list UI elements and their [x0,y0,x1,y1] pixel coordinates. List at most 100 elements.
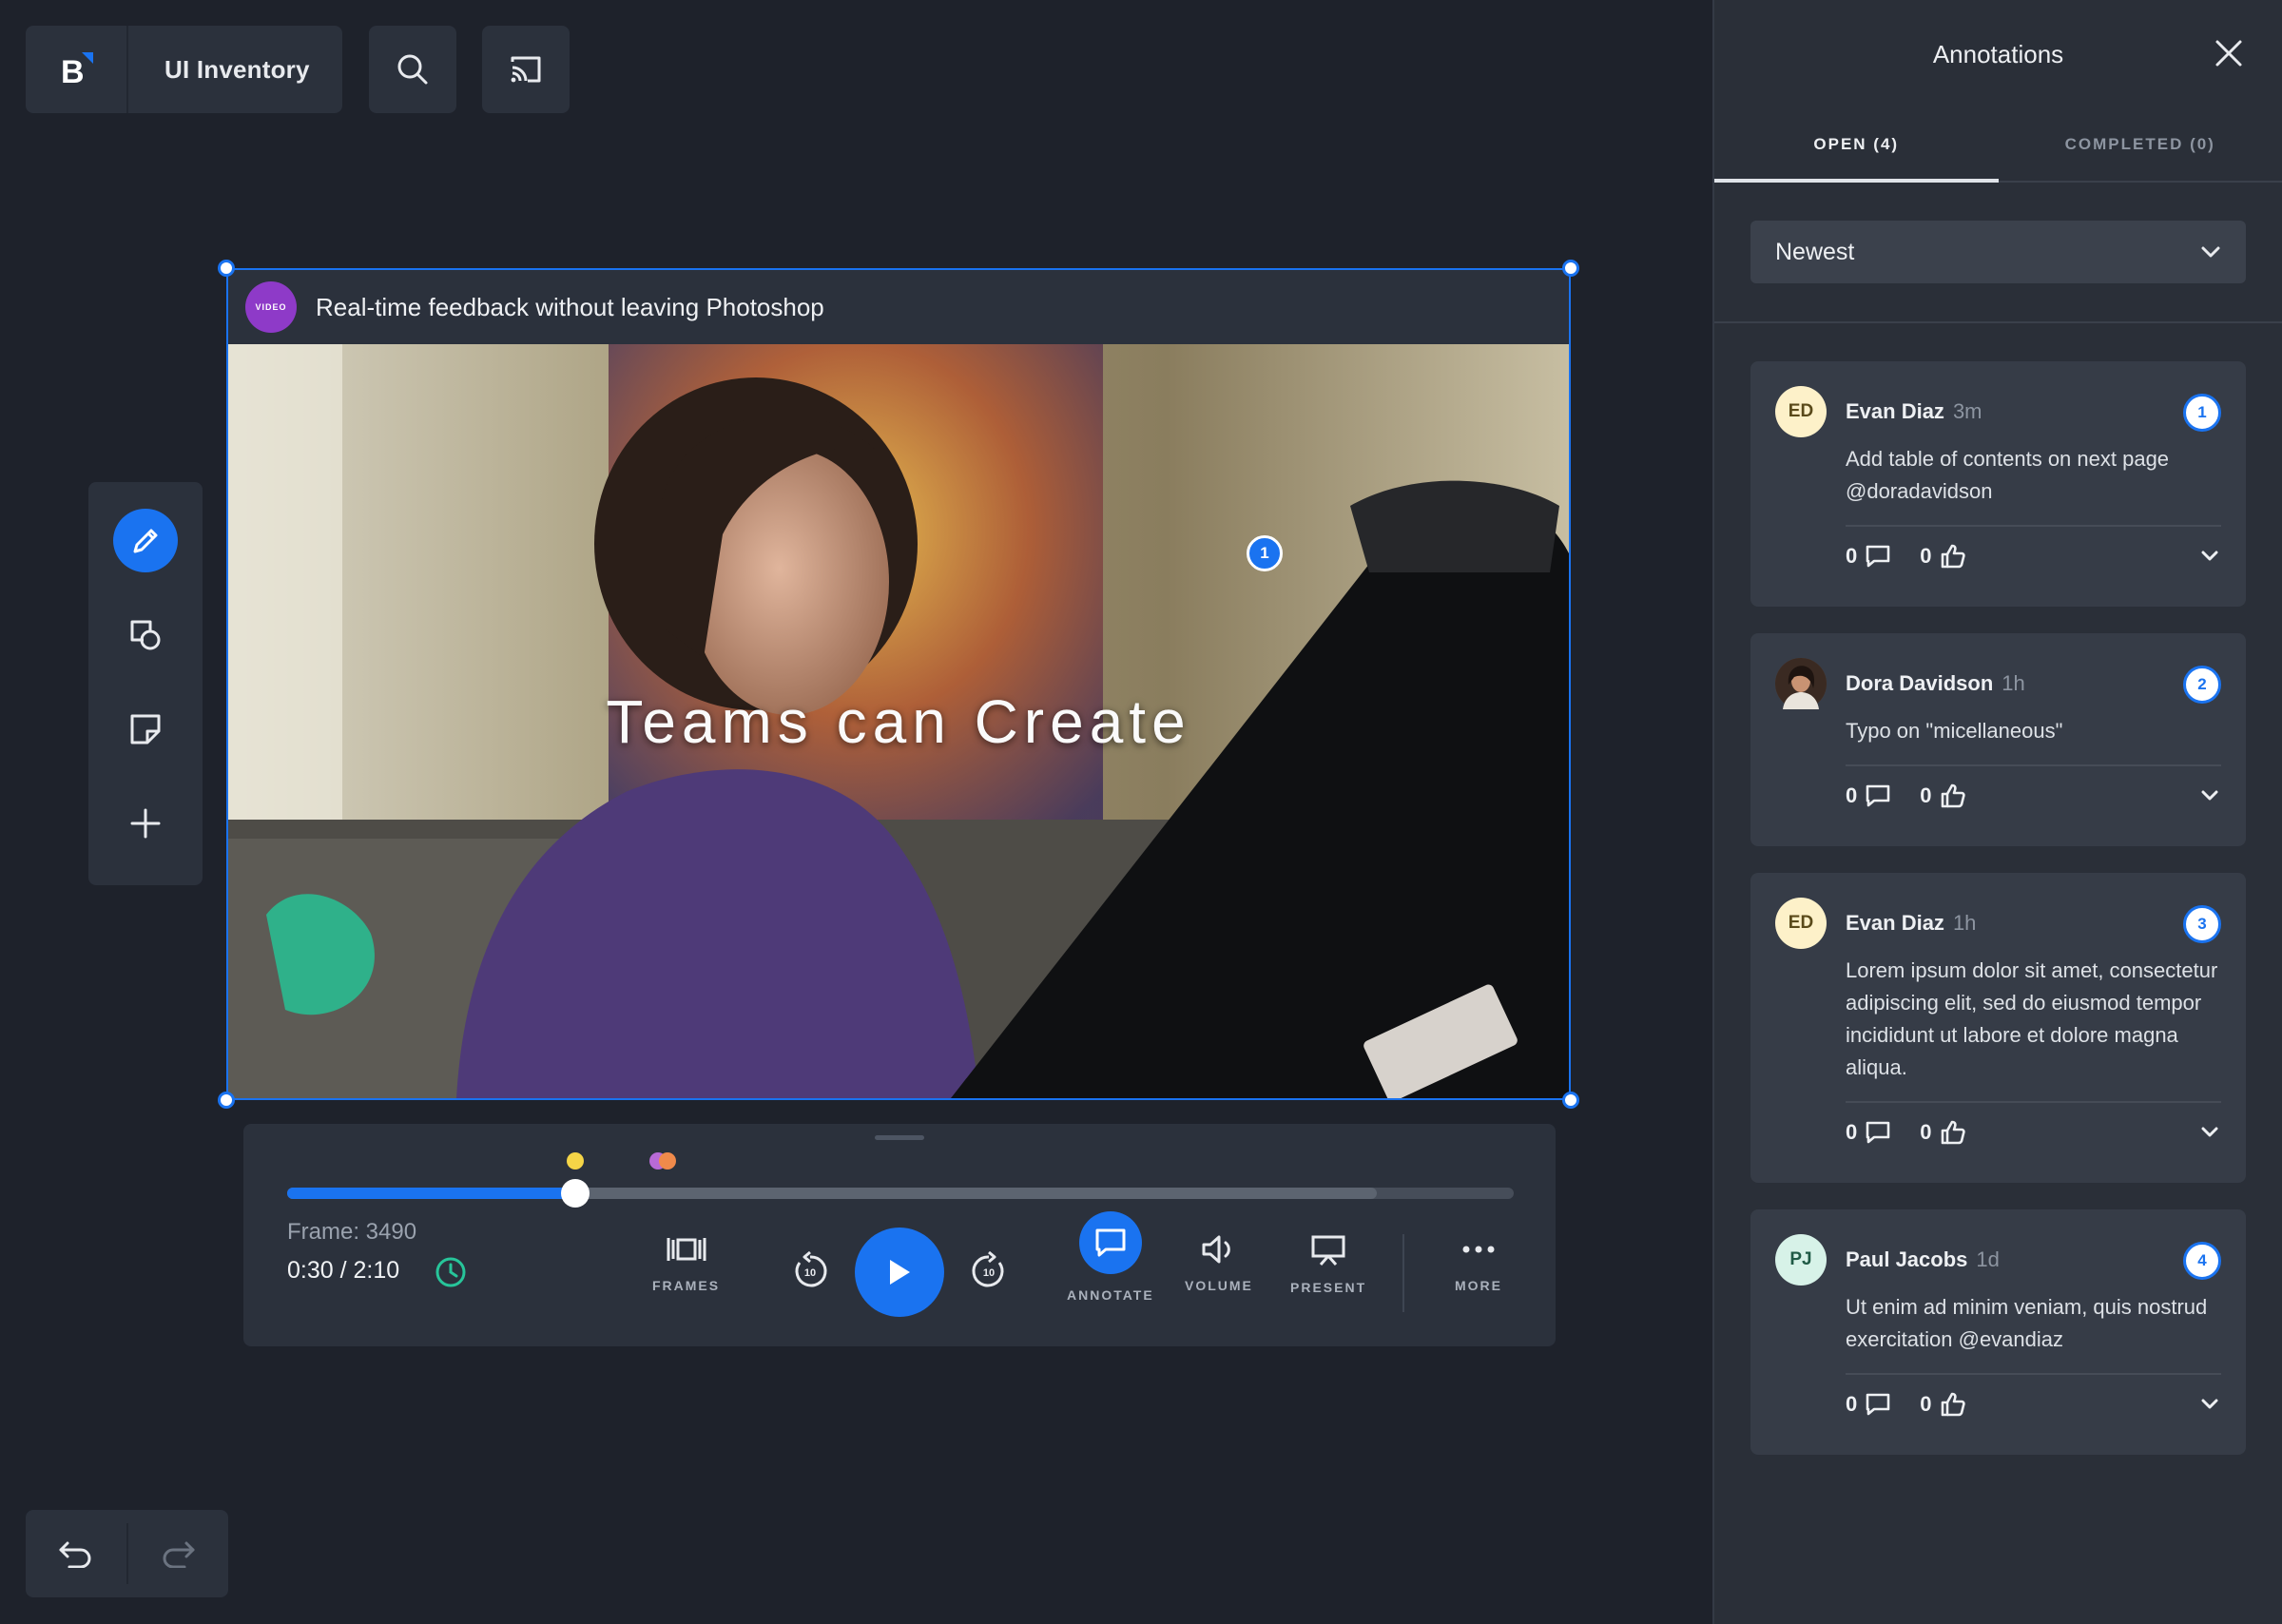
comment-card[interactable]: PJ Paul Jacobs 1d 4 Ut enim ad minim ven… [1750,1209,2246,1455]
redo-button[interactable] [128,1510,229,1597]
annotation-marker[interactable] [658,1152,676,1170]
svg-text:B: B [61,54,85,88]
pen-tool-button[interactable] [113,509,178,572]
reply-button[interactable]: 0 [1846,1392,1891,1417]
comment-number-badge[interactable]: 4 [2183,1242,2221,1280]
chevron-down-icon [2201,1127,2218,1137]
comment-number-badge[interactable]: 2 [2183,666,2221,704]
drawing-toolbar [88,482,203,885]
avatar[interactable] [1775,658,1827,709]
comment-icon [1095,1228,1126,1257]
comment-number-badge[interactable]: 1 [2183,394,2221,432]
timecode-toggle[interactable] [434,1255,468,1289]
comment-header: PJ Paul Jacobs 1d [1775,1234,2221,1286]
user-photo-icon [1775,658,1827,709]
like-button[interactable]: 0 [1920,1119,1965,1146]
avatar[interactable]: ED [1775,386,1827,437]
frames-button[interactable]: FRAMES [652,1234,720,1293]
sticky-note-tool-button[interactable] [113,697,178,761]
sort-dropdown[interactable]: Newest [1750,221,2246,283]
thumbs-up-icon [1941,1392,1965,1417]
chevron-down-icon [2201,551,2218,561]
cast-icon [511,56,541,83]
resize-handle-top-left[interactable] [218,260,235,277]
comment-footer: 0 0 [1846,527,2221,586]
comment-author[interactable]: Evan Diaz [1846,399,1944,424]
forward-10-icon: 10 [972,1251,1004,1287]
sort-section: Newest [1714,183,2282,323]
shapes-icon [130,620,161,649]
comment-number-badge[interactable]: 3 [2183,905,2221,943]
time-display: 0:30 / 2:10 [287,1257,400,1284]
comment-footer: 0 0 [1846,1375,2221,1434]
drag-handle[interactable] [875,1135,924,1140]
expand-comment-button[interactable] [2200,1399,2219,1410]
volume-icon [1202,1235,1230,1264]
controls-divider [1402,1234,1404,1312]
resize-handle-top-right[interactable] [1562,260,1579,277]
expand-comment-button[interactable] [2200,551,2219,562]
sort-value: Newest [1775,238,1855,265]
timeline-track[interactable] [287,1179,1514,1208]
expand-comment-button[interactable] [2200,1127,2219,1138]
reply-count: 0 [1846,544,1858,568]
expand-comment-button[interactable] [2200,790,2219,802]
undo-button[interactable] [26,1510,126,1597]
like-button[interactable]: 0 [1920,543,1965,570]
avatar-initials: ED [1788,913,1814,933]
reply-icon [1866,545,1890,568]
app-logo[interactable]: B [26,26,128,113]
comment-author[interactable]: Paul Jacobs [1846,1247,1967,1272]
resize-handle-bottom-left[interactable] [218,1092,235,1109]
avatar[interactable]: ED [1775,898,1827,949]
reply-count: 0 [1846,783,1858,807]
thumbs-up-icon [1941,1120,1965,1145]
comment-header: ED Evan Diaz 1h [1775,898,2221,949]
annotate-icon-bg [1078,1211,1142,1274]
comment-card[interactable]: ED Evan Diaz 3m 1 Add table of contents … [1750,361,2246,607]
play-button[interactable] [855,1228,944,1317]
tab-completed[interactable]: COMPLETED (0) [1999,108,2282,181]
clock-icon [435,1257,466,1287]
thumbs-up-icon [1941,544,1965,569]
annotate-button[interactable]: ANNOTATE [1067,1211,1154,1303]
tab-open[interactable]: OPEN (4) [1714,108,1999,183]
search-button[interactable] [369,26,456,113]
close-panel-button[interactable] [2214,38,2244,68]
shapes-tool-button[interactable] [113,603,178,667]
svg-text:10: 10 [983,1267,995,1279]
volume-label: VOLUME [1185,1278,1253,1293]
avatar-initials: ED [1788,401,1814,421]
comment-author[interactable]: Dora Davidson [1846,671,1993,696]
thumbs-up-icon [1941,783,1965,808]
more-label: MORE [1455,1278,1502,1293]
app-title-group[interactable]: B UI Inventory [26,26,342,113]
comment-footer: 0 0 [1846,766,2221,825]
comment-author[interactable]: Evan Diaz [1846,911,1944,936]
skip-forward-button[interactable]: 10 [969,1251,1009,1291]
volume-button[interactable]: VOLUME [1185,1234,1253,1293]
reply-button[interactable]: 0 [1846,783,1891,808]
avatar-initials: PJ [1789,1249,1812,1269]
comment-card[interactable]: ED Evan Diaz 1h 3 Lorem ipsum dolor sit … [1750,873,2246,1183]
comment-card[interactable]: Dora Davidson 1h 2 Typo on "micellaneous… [1750,633,2246,846]
avatar[interactable]: PJ [1775,1234,1827,1286]
pencil-icon [133,529,158,552]
annotation-marker[interactable] [567,1152,585,1170]
resize-handle-bottom-right[interactable] [1562,1092,1579,1109]
reply-count: 0 [1846,1120,1858,1144]
like-button[interactable]: 0 [1920,783,1965,809]
timeline-scrubber[interactable] [561,1179,590,1208]
reply-button[interactable]: 0 [1846,1120,1891,1145]
frames-icon [667,1238,706,1261]
comment-text: Add table of contents on next page @dora… [1846,443,2221,527]
like-count: 0 [1920,1120,1932,1144]
cast-button[interactable] [482,26,570,113]
chevron-down-icon [2201,1399,2218,1409]
like-button[interactable]: 0 [1920,1391,1965,1418]
add-tool-button[interactable] [113,791,178,855]
reply-button[interactable]: 0 [1846,544,1891,569]
present-button[interactable]: PRESENT [1290,1234,1366,1295]
skip-back-button[interactable]: 10 [790,1251,830,1291]
more-button[interactable]: MORE [1455,1234,1502,1293]
